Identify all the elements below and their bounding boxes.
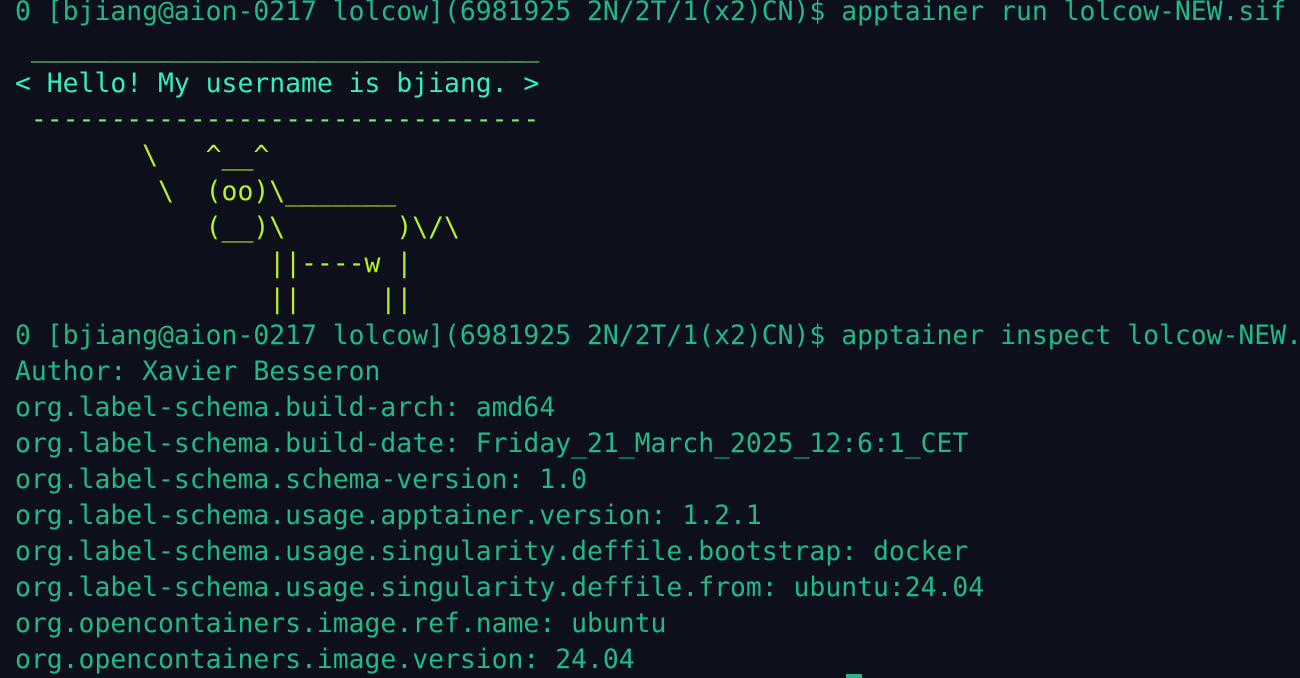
command-prompt-run: 0 [bjiang@aion-0217 lolcow](6981925 2N/2… [15, 0, 1287, 27]
cowsay-message: < Hello! My username is bjiang. > [15, 68, 540, 99]
cowsay-art-line: \ (oo)\_______ [15, 176, 397, 207]
cowsay-art-line: \ ^__^ [15, 140, 270, 171]
terminal-window[interactable]: 0 [bjiang@aion-0217 lolcow](6981925 2N/2… [0, 0, 1300, 678]
cowsay-bubble-top: ________________________________ [15, 32, 540, 63]
inspect-output-line: org.opencontainers.image.version: 24.04 [15, 644, 635, 675]
inspect-output-line: org.label-schema.usage.singularity.deffi… [15, 572, 985, 603]
inspect-output-line: org.label-schema.schema-version: 1.0 [15, 464, 587, 495]
inspect-output-line: org.label-schema.usage.singularity.deffi… [15, 536, 969, 567]
text-cursor [846, 674, 862, 678]
inspect-output-line: org.label-schema.build-arch: amd64 [15, 392, 556, 423]
cowsay-art-line: (__)\ )\/\ [15, 212, 460, 243]
inspect-output-line: org.opencontainers.image.ref.name: ubunt… [15, 608, 667, 639]
inspect-output-line: Author: Xavier Besseron [15, 356, 381, 387]
inspect-output-line: org.label-schema.build-date: Friday_21_M… [15, 428, 969, 459]
command-prompt-inspect: 0 [bjiang@aion-0217 lolcow](6981925 2N/2… [15, 320, 1300, 351]
cowsay-art-line: ||----w | [15, 248, 413, 279]
cowsay-art-line: || || [15, 284, 413, 315]
inspect-output-line: org.label-schema.usage.apptainer.version… [15, 500, 762, 531]
cowsay-bubble-bottom: -------------------------------- [15, 104, 540, 135]
